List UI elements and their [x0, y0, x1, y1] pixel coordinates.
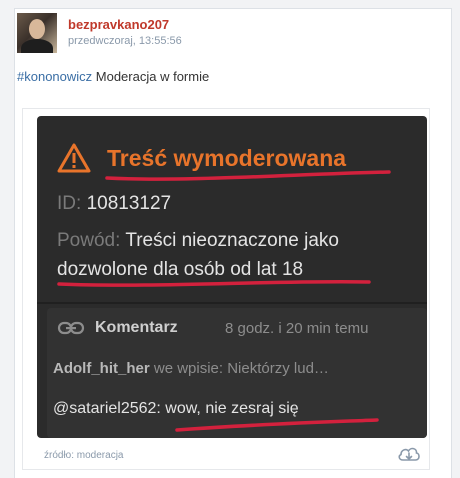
avatar[interactable] [17, 13, 57, 53]
cloud-download-icon[interactable] [397, 444, 421, 464]
comment-author: Adolf_hit_her [53, 360, 150, 377]
comment-body: @satariel2562: wow, nie zesraj się [53, 400, 299, 417]
post-text: Moderacja w formie [92, 69, 210, 84]
embed-source[interactable]: źródło: moderacja [44, 450, 123, 461]
comment-label: Komentarz [95, 319, 178, 336]
reason-line-1: Treści nieoznaczone jako [125, 230, 339, 251]
moderation-title: Treść wymoderowana [107, 145, 347, 171]
id-label: ID: [57, 193, 82, 214]
avatar-face [29, 19, 45, 39]
moderation-reason: Powód: Treści nieoznaczone jako [57, 230, 339, 252]
comment-card: Komentarz 8 godz. i 20 min temu Adolf_hi… [47, 308, 427, 438]
reason-label: Powód: [57, 230, 121, 251]
post-timestamp[interactable]: przedwczoraj, 13:55:56 [68, 35, 182, 47]
underline-title [105, 170, 391, 181]
underline-reason [57, 279, 371, 287]
link-icon [57, 321, 85, 335]
divider [37, 302, 427, 304]
warning-icon [57, 143, 91, 173]
moderation-id: ID: 10813127 [57, 193, 171, 215]
author-username[interactable]: bezpravkano207 [68, 17, 169, 32]
avatar-shoulders [21, 39, 53, 53]
id-value: 10813127 [86, 193, 172, 214]
comment-context: Adolf_hit_her we wpisie: Niektórzy lud… [53, 360, 329, 377]
embedded-screenshot[interactable]: Treść wymoderowana ID: 10813127 Powód: T… [37, 116, 427, 438]
hashtag-link[interactable]: #kononowicz [17, 69, 92, 84]
post-body: #kononowicz Moderacja w formie [17, 69, 209, 84]
comment-context-text: we wpisie: Niektórzy lud… [149, 360, 329, 377]
reason-line-2: dozwolone dla osób od lat 18 [57, 259, 304, 280]
comment-time: 8 godz. i 20 min temu [225, 320, 369, 337]
